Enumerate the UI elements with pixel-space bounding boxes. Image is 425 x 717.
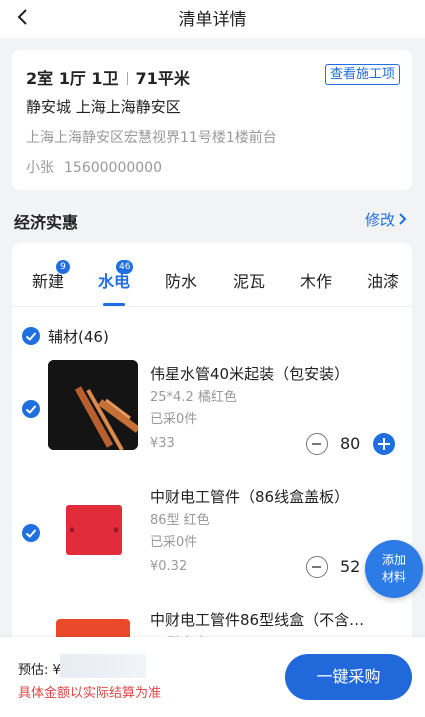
product-image[interactable] — [48, 485, 138, 575]
product-price: ¥0.32 — [150, 559, 188, 574]
item-checkbox[interactable] — [22, 524, 40, 542]
check-icon — [25, 332, 37, 341]
estimate-amount-redacted — [60, 654, 146, 678]
tab-badge: 9 — [56, 260, 70, 274]
bottom-bar: 预估: ¥ 具体金额以实际结算为准 一键采购 — [0, 637, 425, 717]
tab-waterproof[interactable]: 防水 — [165, 268, 197, 292]
group-label: 辅材(46) — [48, 328, 109, 346]
contact-info: 小张 15600000000 — [26, 157, 162, 177]
house-info: 2室 1厅 1卫 71平米 — [26, 65, 190, 89]
nav-bar: 清单详情 — [0, 0, 425, 38]
room-layout: 2室 1厅 1卫 — [26, 69, 119, 88]
tab-label: 新建 — [32, 272, 65, 291]
address-card: 2室 1厅 1卫 71平米 查看施工项 静安城 上海上海静安区 上海上海静安区宏慧… — [12, 50, 412, 190]
decrease-quantity-button[interactable] — [306, 433, 328, 455]
quantity-value[interactable]: 52 — [340, 557, 360, 576]
plan-title: 经济实惠 — [14, 213, 79, 232]
product-image[interactable] — [48, 360, 138, 450]
tab-new-build[interactable]: 新建 9 — [32, 260, 70, 292]
water-pipe-image — [48, 360, 138, 450]
purchased-count: 已采0件 — [150, 412, 198, 427]
add-materials-label-2: 材料 — [381, 570, 406, 584]
purchased-count: 已采0件 — [150, 535, 198, 550]
page-title: 清单详情 — [178, 10, 247, 30]
add-materials-label-1: 添加 — [381, 553, 406, 567]
contact-name: 小张 — [26, 160, 54, 176]
product-name: 中财电工管件86型线盒（不含… — [150, 611, 365, 629]
tab-carpentry[interactable]: 木作 — [300, 268, 332, 292]
check-icon — [25, 529, 37, 538]
tab-plumbing-electric[interactable]: 水电 46 — [98, 260, 134, 292]
product-name: 伟星水管40米起装（包安装） — [150, 365, 350, 383]
edit-link[interactable]: 修改 — [365, 209, 407, 230]
divider — [126, 72, 128, 85]
add-materials-button[interactable]: 添加 材料 — [365, 540, 423, 598]
group-checkbox[interactable] — [22, 327, 40, 345]
full-address: 上海上海静安区宏慧视界11号楼1楼前台 — [26, 130, 277, 146]
house-area: 71平米 — [135, 69, 190, 88]
tab-painting[interactable]: 油漆 — [367, 268, 399, 292]
cover-plate-image — [48, 485, 138, 575]
chevron-right-icon — [399, 213, 407, 225]
quantity-value[interactable]: 80 — [340, 434, 360, 453]
edit-label: 修改 — [364, 211, 395, 229]
contact-phone: 15600000000 — [64, 160, 162, 176]
active-tab-indicator — [103, 303, 125, 306]
product-spec: 86型 红色 — [150, 513, 210, 528]
product-spec: 25*4.2 橘红色 — [150, 390, 237, 405]
product-price: ¥33 — [150, 436, 175, 451]
district-text: 静安城 上海上海静安区 — [26, 98, 181, 116]
product-name: 中财电工管件（86线盒盖板） — [150, 488, 350, 506]
one-click-purchase-button[interactable]: 一键采购 — [285, 654, 412, 700]
check-icon — [25, 405, 37, 414]
settlement-note: 具体金额以实际结算为准 — [18, 686, 162, 701]
decrease-quantity-button[interactable] — [306, 556, 328, 578]
estimate-label: 预估: ¥ — [18, 663, 61, 678]
item-checkbox[interactable] — [22, 400, 40, 418]
increase-quantity-button[interactable] — [373, 433, 395, 455]
view-construction-button[interactable]: 查看施工项 — [324, 64, 400, 85]
tab-tiling[interactable]: 泥瓦 — [233, 268, 265, 292]
tab-badge: 46 — [116, 260, 134, 274]
category-tabs: 新建 9 水电 46 防水 泥瓦 木作 油漆 — [12, 243, 412, 307]
tab-label: 水电 — [98, 272, 131, 291]
